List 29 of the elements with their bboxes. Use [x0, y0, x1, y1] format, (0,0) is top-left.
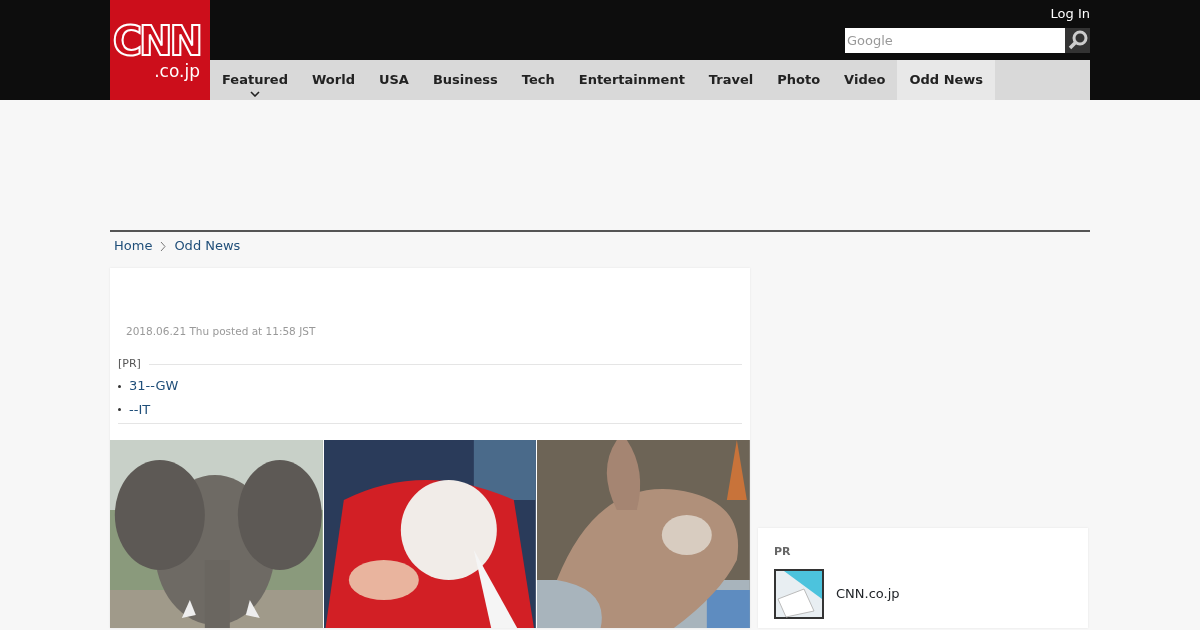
nav-tab[interactable]: Odd News — [897, 60, 996, 100]
search-field[interactable]: Google — [845, 27, 1065, 53]
sidebar-link[interactable]: CNN.co.jp — [836, 583, 900, 604]
pr-link[interactable]: 31--GW — [129, 376, 179, 396]
nav-tab[interactable]: Entertainment — [566, 60, 697, 100]
nav-tab[interactable]: Travel — [696, 60, 766, 100]
post-date: 2018.06.21 Thu posted at 11:58 JST — [125, 324, 317, 339]
search-button[interactable] — [1065, 27, 1090, 53]
nav-tab[interactable]: World — [299, 60, 367, 100]
breadcrumb-link[interactable]: Odd News — [174, 236, 241, 256]
nav-tab[interactable]: Tech — [509, 60, 567, 100]
nav-tab[interactable]: Photo — [765, 60, 833, 100]
mail-thumbnail-icon — [774, 568, 824, 619]
chevron-icon — [160, 240, 167, 252]
bullet-icon — [118, 408, 121, 411]
logo-text: CNN — [112, 20, 200, 61]
breadcrumb-link[interactable]: Home — [114, 236, 153, 256]
search-icon — [1066, 29, 1089, 51]
pr-label: [PR] — [118, 355, 141, 372]
nav-tab[interactable]: Featured — [210, 60, 300, 100]
nav-tab[interactable]: Business — [420, 60, 510, 100]
logo-domain: .co.jp — [154, 62, 200, 80]
nav-tab[interactable]: USA — [366, 60, 421, 100]
login-link[interactable]: Log In — [1050, 4, 1090, 24]
caret-icon — [249, 91, 260, 97]
nav-tab[interactable]: Video — [832, 60, 898, 100]
sidebar-title: PR — [774, 544, 792, 560]
bullet-icon — [118, 384, 121, 388]
pr-link[interactable]: --IT — [129, 399, 151, 420]
